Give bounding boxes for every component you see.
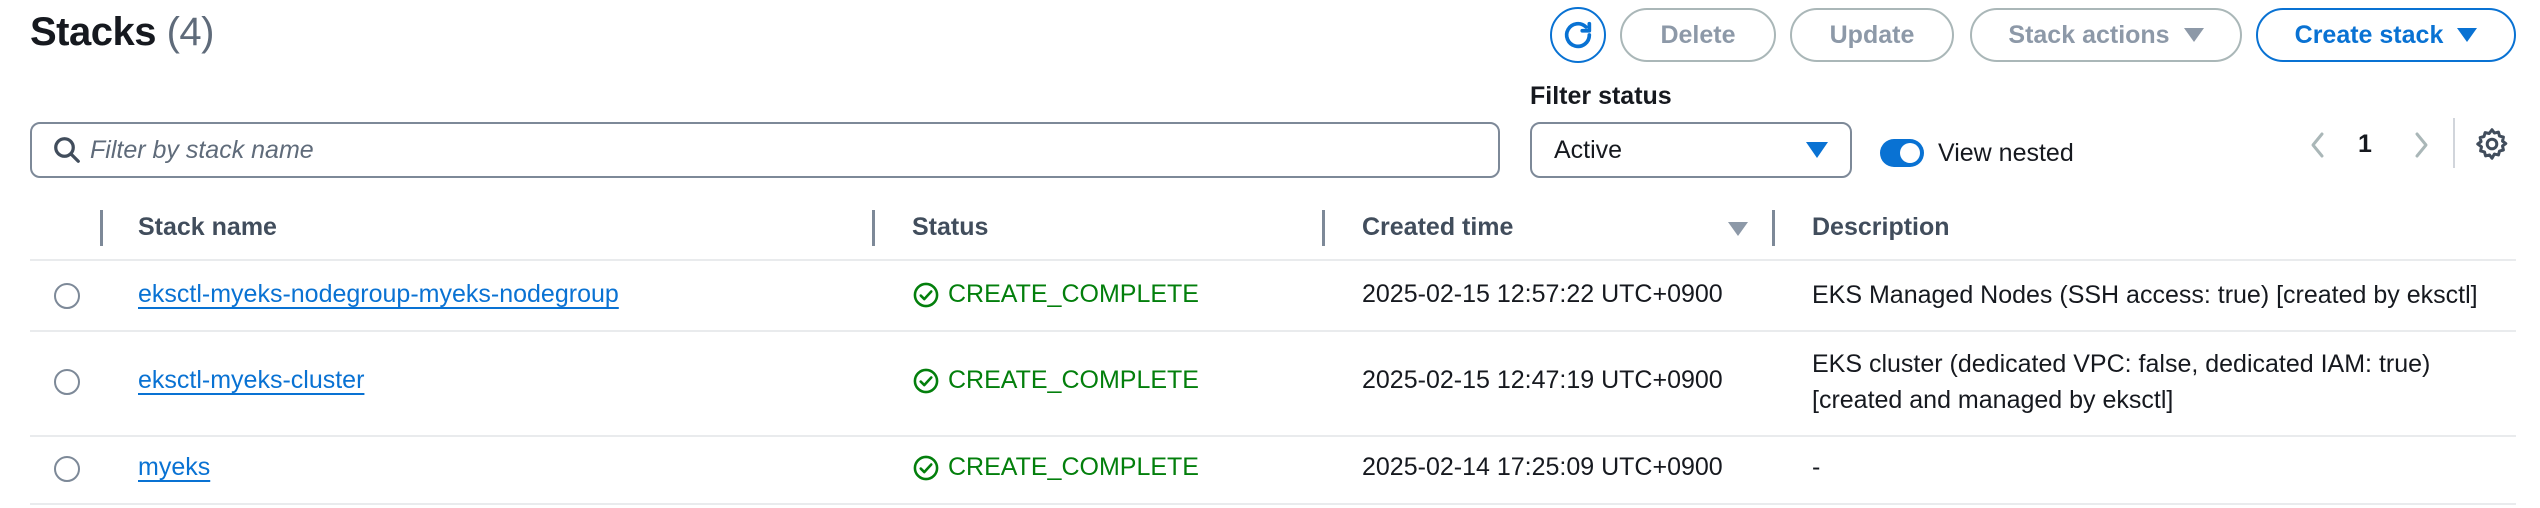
- column-separator[interactable]: [1322, 210, 1325, 246]
- update-button-label: Update: [1829, 20, 1915, 49]
- stack-count: (4): [166, 10, 215, 54]
- delete-button-label: Delete: [1660, 20, 1736, 49]
- column-header-description[interactable]: Description: [1812, 213, 1950, 242]
- status-text: CREATE_COMPLETE: [948, 280, 1199, 308]
- description-cell: -: [1812, 453, 1821, 481]
- stack-actions-button[interactable]: Stack actions: [1970, 8, 2242, 62]
- search-icon: [54, 137, 80, 163]
- created-time-cell: 2025-02-15 12:47:19 UTC+0900: [1362, 366, 1723, 394]
- row-select-radio[interactable]: [54, 456, 80, 482]
- previous-page-button[interactable]: [2303, 128, 2333, 162]
- search-box[interactable]: [30, 122, 1500, 178]
- column-separator[interactable]: [872, 210, 875, 246]
- column-header-created-time[interactable]: Created time: [1362, 213, 1513, 242]
- next-page-button[interactable]: [2406, 128, 2436, 162]
- stack-name-link[interactable]: myeks: [138, 453, 210, 482]
- search-input[interactable]: [90, 135, 1470, 165]
- row-divider: [30, 435, 2516, 437]
- toggle-knob: [1900, 143, 1920, 163]
- chevron-right-icon: [2415, 132, 2428, 158]
- description-cell: EKS Managed Nodes (SSH access: true) [cr…: [1812, 281, 2478, 309]
- check-circle-icon: [913, 368, 939, 393]
- column-separator[interactable]: [1772, 210, 1775, 246]
- row-divider: [30, 330, 2516, 332]
- table-header-divider: [30, 259, 2516, 261]
- filter-status-label: Filter status: [1530, 82, 1672, 110]
- column-header-stack-name[interactable]: Stack name: [138, 213, 277, 242]
- stack-name-link[interactable]: eksctl-myeks-cluster: [138, 366, 364, 395]
- gear-icon: [2476, 128, 2508, 160]
- row-divider: [30, 503, 2516, 505]
- stack-name-link[interactable]: eksctl-myeks-nodegroup-myeks-nodegroup: [138, 280, 619, 309]
- chevron-left-icon: [2311, 132, 2324, 158]
- status-cell: CREATE_COMPLETE: [912, 366, 1199, 395]
- page-number[interactable]: 1: [2358, 130, 2372, 159]
- sort-descending-icon[interactable]: [1728, 222, 1748, 241]
- created-time-cell: 2025-02-15 12:57:22 UTC+0900: [1362, 280, 1723, 308]
- filter-status-select[interactable]: Active: [1530, 122, 1852, 178]
- update-button[interactable]: Update: [1790, 8, 1954, 62]
- stack-actions-label: Stack actions: [2008, 20, 2170, 49]
- status-text: CREATE_COMPLETE: [948, 366, 1199, 394]
- caret-down-icon: [2183, 28, 2204, 42]
- status-cell: CREATE_COMPLETE: [912, 280, 1199, 309]
- create-stack-button[interactable]: Create stack: [2256, 8, 2516, 62]
- check-circle-icon: [913, 455, 939, 480]
- column-separator: [100, 210, 103, 246]
- status-cell: CREATE_COMPLETE: [912, 453, 1199, 482]
- page-title: Stacks (4): [30, 10, 215, 55]
- row-select-radio[interactable]: [54, 283, 80, 309]
- caret-down-icon: [2457, 28, 2478, 42]
- created-time-cell: 2025-02-14 17:25:09 UTC+0900: [1362, 453, 1723, 481]
- view-nested-label: View nested: [1938, 139, 2074, 167]
- column-header-status[interactable]: Status: [912, 213, 988, 242]
- refresh-icon: [1564, 21, 1592, 49]
- view-nested-toggle[interactable]: [1880, 139, 1924, 167]
- refresh-button[interactable]: [1550, 7, 1606, 63]
- check-circle-icon: [913, 282, 939, 307]
- create-stack-label: Create stack: [2294, 20, 2444, 49]
- row-select-radio[interactable]: [54, 369, 80, 395]
- description-cell: EKS cluster (dedicated VPC: false, dedic…: [1812, 350, 2431, 414]
- preferences-button[interactable]: [2474, 126, 2510, 162]
- status-text: CREATE_COMPLETE: [948, 453, 1199, 481]
- page-title-text: Stacks: [30, 10, 156, 54]
- delete-button[interactable]: Delete: [1620, 8, 1776, 62]
- pagination-divider: [2453, 118, 2455, 168]
- filter-status-value: Active: [1554, 135, 1623, 164]
- caret-down-icon: [1806, 142, 1828, 158]
